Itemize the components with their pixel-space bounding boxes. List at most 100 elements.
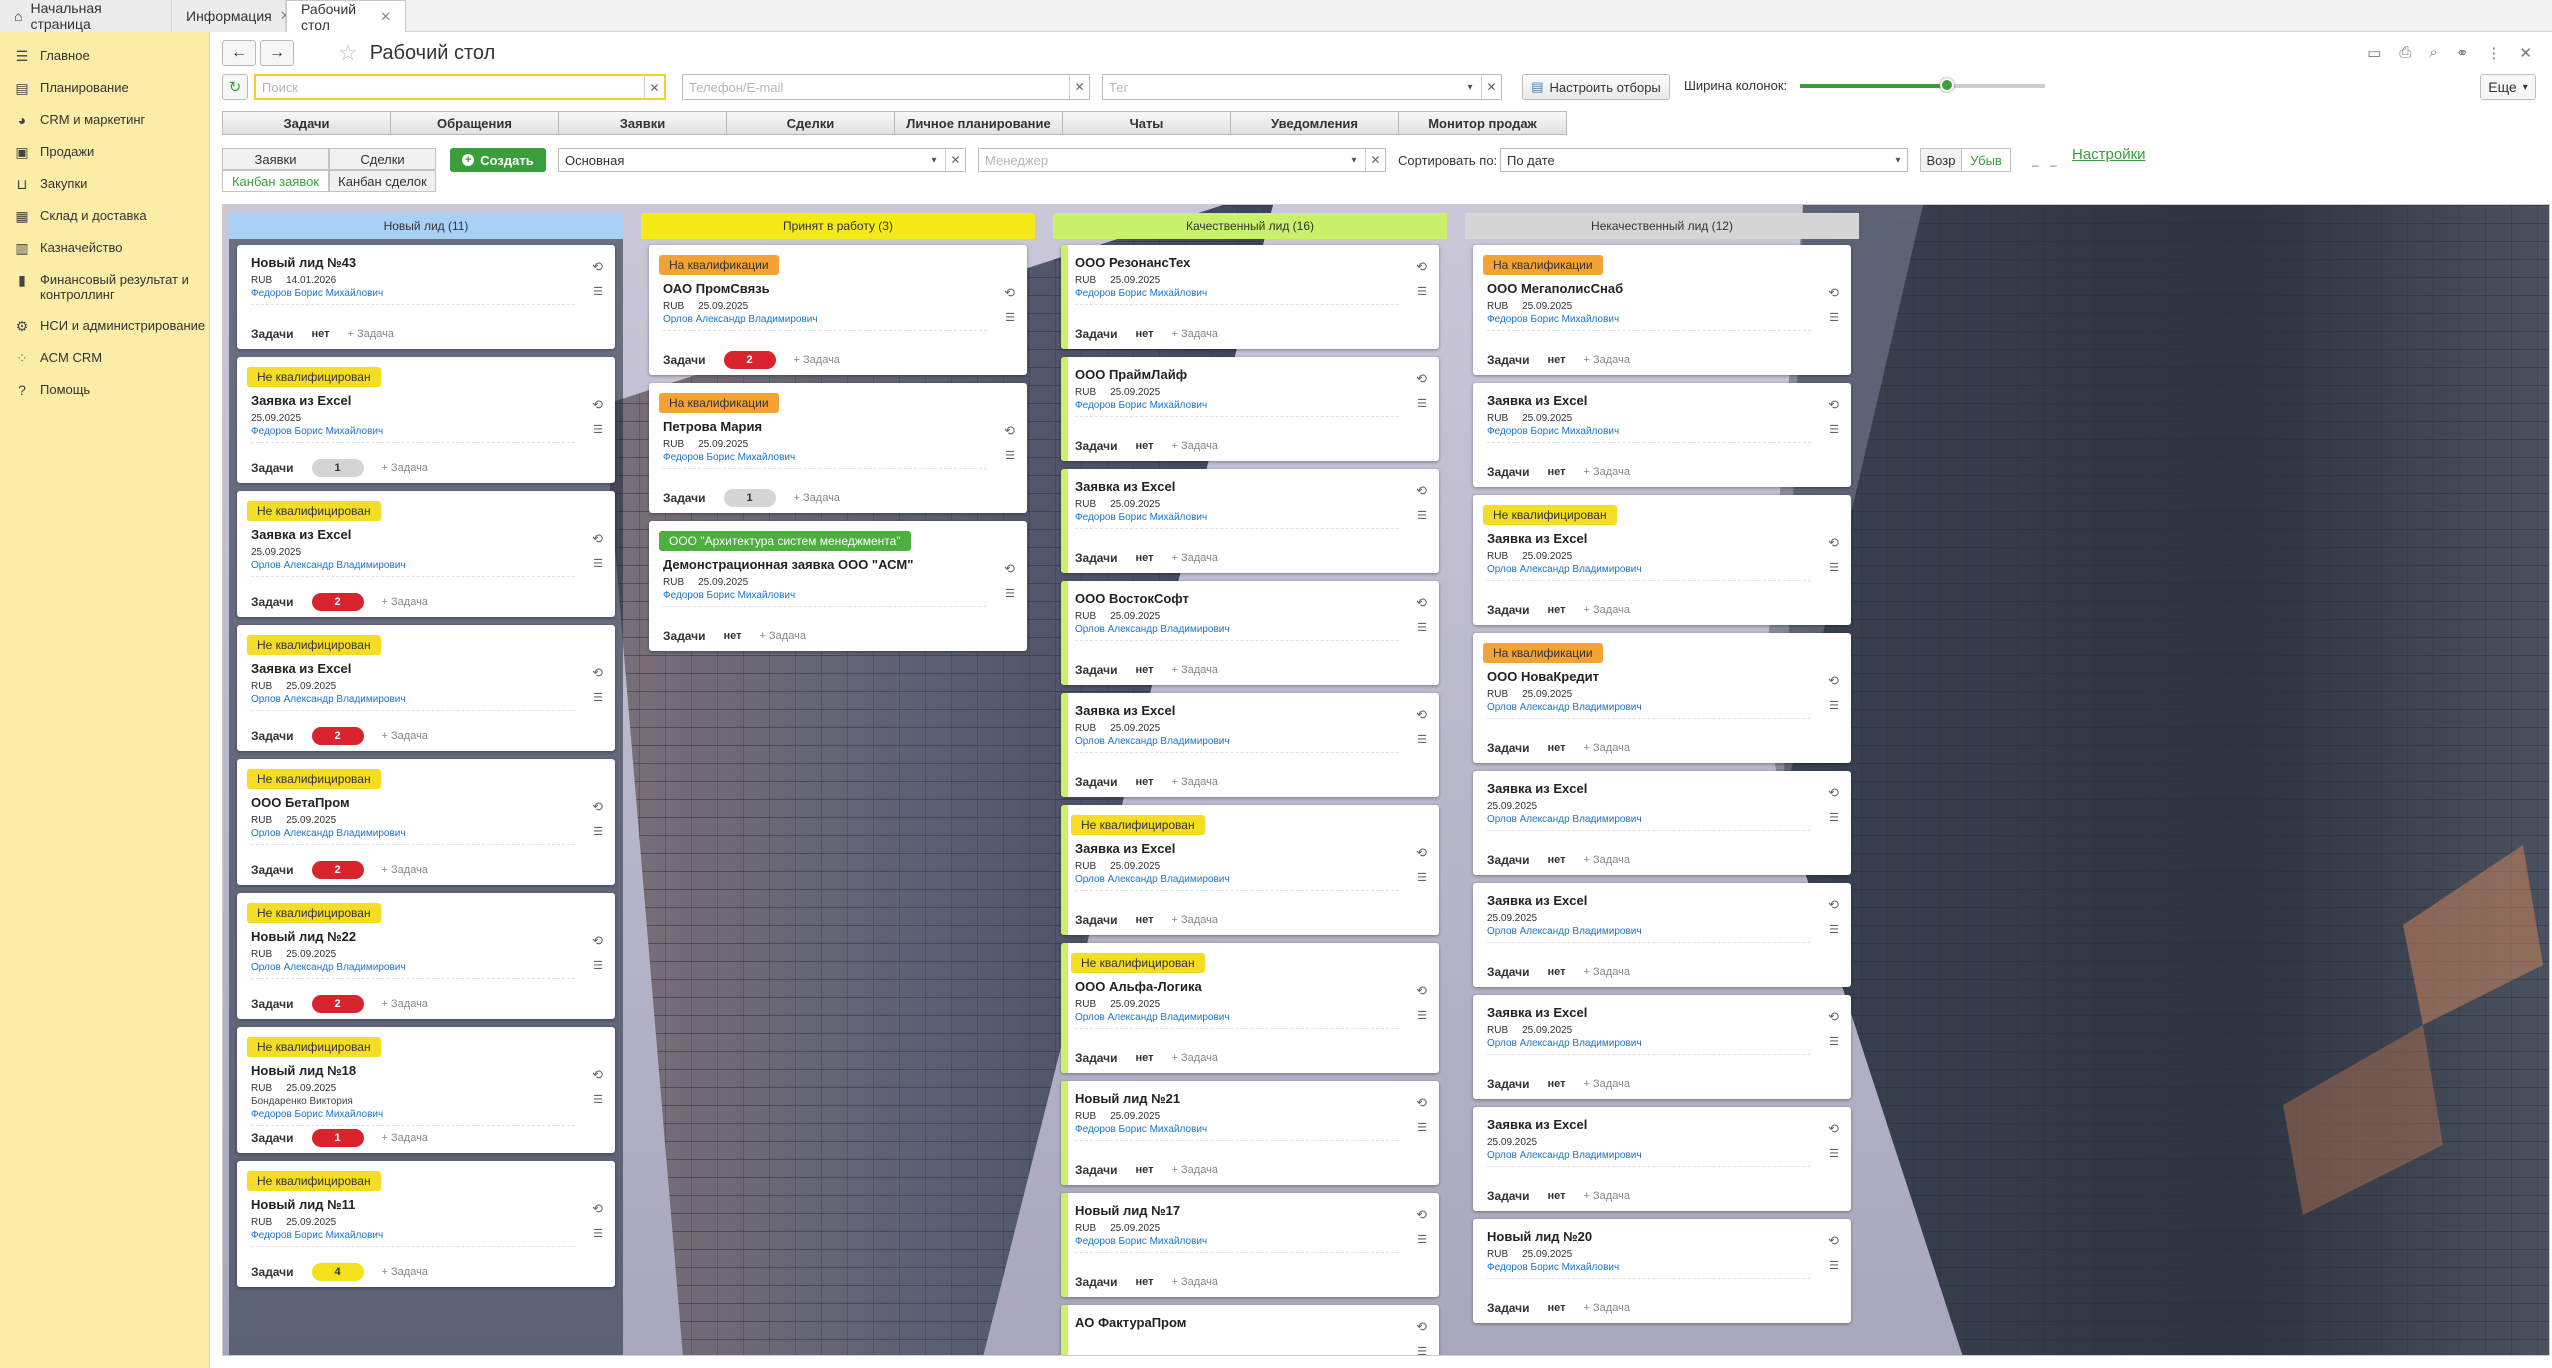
card-title[interactable]: АО ФактураПром <box>1075 1315 1186 1330</box>
assign-list-icon[interactable]: ☰ <box>593 691 603 704</box>
clear-icon[interactable]: ✕ <box>1481 75 1501 99</box>
tasks-count[interactable]: 1 <box>311 1129 364 1147</box>
tasks-count[interactable]: нет <box>1548 1075 1566 1093</box>
add-task-link[interactable]: + Задача <box>1584 966 1630 978</box>
history-icon[interactable]: ⟲ <box>592 397 603 413</box>
slider-thumb[interactable] <box>1940 78 1954 92</box>
refresh-button[interactable]: ↻ <box>222 74 248 100</box>
history-icon[interactable]: ⟲ <box>592 1067 603 1083</box>
dropdown-icon[interactable]: ▾ <box>925 149 943 171</box>
card-manager[interactable]: Федоров Борис Михайлович <box>1075 1124 1207 1135</box>
tasks-count[interactable]: нет <box>1136 549 1154 567</box>
kanban-card[interactable]: Не квалифицирован Заявка из Excel RUB 25.09… <box>1061 805 1439 935</box>
assign-list-icon[interactable]: ☰ <box>593 557 603 570</box>
kanban-card[interactable]: Новый лид №17 RUB 25.09.2025 Федоров Борис … <box>1061 1193 1439 1297</box>
card-manager[interactable]: Орлов Александр Владимирович <box>1075 1012 1230 1023</box>
column-width-slider[interactable] <box>1800 78 2045 92</box>
history-icon[interactable]: ⟲ <box>1004 285 1015 301</box>
card-manager[interactable]: Федоров Борис Михайлович <box>251 1109 383 1120</box>
scheme-select[interactable]: Основная ▾ ✕ <box>558 148 966 172</box>
card-manager[interactable]: Федоров Борис Михайлович <box>1075 1236 1207 1247</box>
card-title[interactable]: Заявка из Excel <box>1487 1117 1587 1132</box>
kanban-card[interactable]: Не квалифицирован ООО БетаПром RUB 25.09.20… <box>237 759 615 885</box>
tasks-count[interactable]: нет <box>1136 1161 1154 1179</box>
tasks-count[interactable]: нет <box>1548 739 1566 757</box>
add-task-link[interactable]: + Задача <box>382 596 428 608</box>
tasks-count[interactable]: нет <box>1548 601 1566 619</box>
assign-list-icon[interactable]: ☰ <box>1829 1259 1839 1272</box>
card-manager[interactable]: Федоров Борис Михайлович <box>1487 1262 1619 1273</box>
assign-list-icon[interactable]: ☰ <box>1005 311 1015 324</box>
close-icon[interactable]: ✕ <box>2519 44 2532 62</box>
tasks-count[interactable]: нет <box>1136 661 1154 679</box>
card-manager[interactable]: Орлов Александр Владимирович <box>251 962 406 973</box>
link-icon[interactable]: ⚭ <box>2456 44 2469 62</box>
card-manager[interactable]: Орлов Александр Владимирович <box>1075 736 1230 747</box>
history-icon[interactable]: ⟲ <box>1416 1319 1427 1335</box>
tab-desktop[interactable]: Рабочий стол ✕ <box>286 0 406 33</box>
tab-personal-planning[interactable]: Личное планирование <box>894 111 1063 135</box>
card-title[interactable]: Заявка из Excel <box>1487 1005 1587 1020</box>
view-applications[interactable]: Заявки <box>222 148 329 170</box>
add-task-link[interactable]: + Задача <box>348 328 394 340</box>
tab-home[interactable]: ⌂ Начальная страница <box>0 0 172 32</box>
history-icon[interactable]: ⟲ <box>1416 483 1427 499</box>
tasks-count[interactable]: 4 <box>311 1263 364 1281</box>
card-manager[interactable]: Орлов Александр Владимирович <box>1487 814 1642 825</box>
card-manager[interactable]: Орлов Александр Владимирович <box>251 560 406 571</box>
kanban-card[interactable]: ООО ВостокСофт RUB 25.09.2025 Орлов Алексан… <box>1061 581 1439 685</box>
add-task-link[interactable]: + Задача <box>1172 1052 1218 1064</box>
sidebar-item-help[interactable]: ? Помощь <box>0 374 209 406</box>
add-task-link[interactable]: + Задача <box>1584 1190 1630 1202</box>
tasks-count[interactable]: нет <box>1548 1187 1566 1205</box>
tab-notifications[interactable]: Уведомления <box>1230 111 1399 135</box>
assign-list-icon[interactable]: ☰ <box>593 825 603 838</box>
close-icon[interactable]: ✕ <box>380 9 391 25</box>
card-manager[interactable]: Орлов Александр Владимирович <box>251 694 406 705</box>
tab-tasks[interactable]: Задачи <box>222 111 391 135</box>
add-task-link[interactable]: + Задача <box>1584 604 1630 616</box>
assign-list-icon[interactable]: ☰ <box>593 1227 603 1240</box>
card-title[interactable]: Заявка из Excel <box>1075 703 1175 718</box>
tag-input[interactable]: Тег ▾ ✕ <box>1102 74 1502 100</box>
card-title[interactable]: ООО ВостокСофт <box>1075 591 1189 606</box>
add-task-link[interactable]: + Задача <box>1584 742 1630 754</box>
card-title[interactable]: Новый лид №21 <box>1075 1091 1180 1106</box>
settings-link[interactable]: Настройки <box>2072 146 2146 163</box>
sidebar-item-crm[interactable]: ◕ CRM и маркетинг <box>0 104 209 136</box>
history-icon[interactable]: ⟲ <box>1416 371 1427 387</box>
add-task-link[interactable]: + Задача <box>1172 552 1218 564</box>
card-manager[interactable]: Орлов Александр Владимирович <box>663 314 818 325</box>
card-manager[interactable]: Орлов Александр Владимирович <box>1075 624 1230 635</box>
tab-requests[interactable]: Обращения <box>390 111 559 135</box>
card-title[interactable]: Заявка из Excel <box>1487 393 1587 408</box>
card-manager[interactable]: Федоров Борис Михайлович <box>251 288 383 299</box>
kanban-card[interactable]: Новый лид №20 RUB 25.09.2025 Федоров Борис … <box>1473 1219 1851 1323</box>
history-icon[interactable]: ⟲ <box>1416 1095 1427 1111</box>
clear-icon[interactable]: ✕ <box>644 76 664 100</box>
card-manager[interactable]: Федоров Борис Михайлович <box>1487 426 1619 437</box>
tasks-count[interactable]: 1 <box>723 489 776 507</box>
sidebar-item-admin[interactable]: ⚙ НСИ и администрирование <box>0 310 209 342</box>
add-task-link[interactable]: + Задача <box>1172 776 1218 788</box>
sort-desc-button[interactable]: Убыв <box>1961 148 2011 172</box>
card-title[interactable]: Заявка из Excel <box>1487 781 1587 796</box>
tasks-count[interactable]: нет <box>1548 351 1566 369</box>
sort-asc-button[interactable]: Возр <box>1920 148 1962 172</box>
kanban-card[interactable]: Заявка из Excel RUB 25.09.2025 Орлов Алекса… <box>1061 693 1439 797</box>
tasks-count[interactable]: 2 <box>311 593 364 611</box>
assign-list-icon[interactable]: ☰ <box>1417 621 1427 634</box>
assign-list-icon[interactable]: ☰ <box>593 959 603 972</box>
card-title[interactable]: Заявка из Excel <box>1075 841 1175 856</box>
kanban-card[interactable]: На квалификации ОАО ПромСвязь RUB 25.09.202… <box>649 245 1027 375</box>
assign-list-icon[interactable]: ☰ <box>1829 1147 1839 1160</box>
add-task-link[interactable]: + Задача <box>382 1266 428 1278</box>
history-icon[interactable]: ⟲ <box>592 1201 603 1217</box>
kanban-card[interactable]: Не квалифицирован Заявка из Excel 25.09.20… <box>237 357 615 483</box>
card-manager[interactable]: Федоров Борис Михайлович <box>663 452 795 463</box>
add-task-link[interactable]: + Задача <box>794 492 840 504</box>
kanban-card[interactable]: Заявка из Excel RUB 25.09.2025 Орлов Алекса… <box>1473 995 1851 1099</box>
preview-icon[interactable]: ⌕ <box>2429 44 2437 62</box>
add-task-link[interactable]: + Задача <box>1172 1276 1218 1288</box>
tasks-count[interactable]: нет <box>1136 1273 1154 1291</box>
